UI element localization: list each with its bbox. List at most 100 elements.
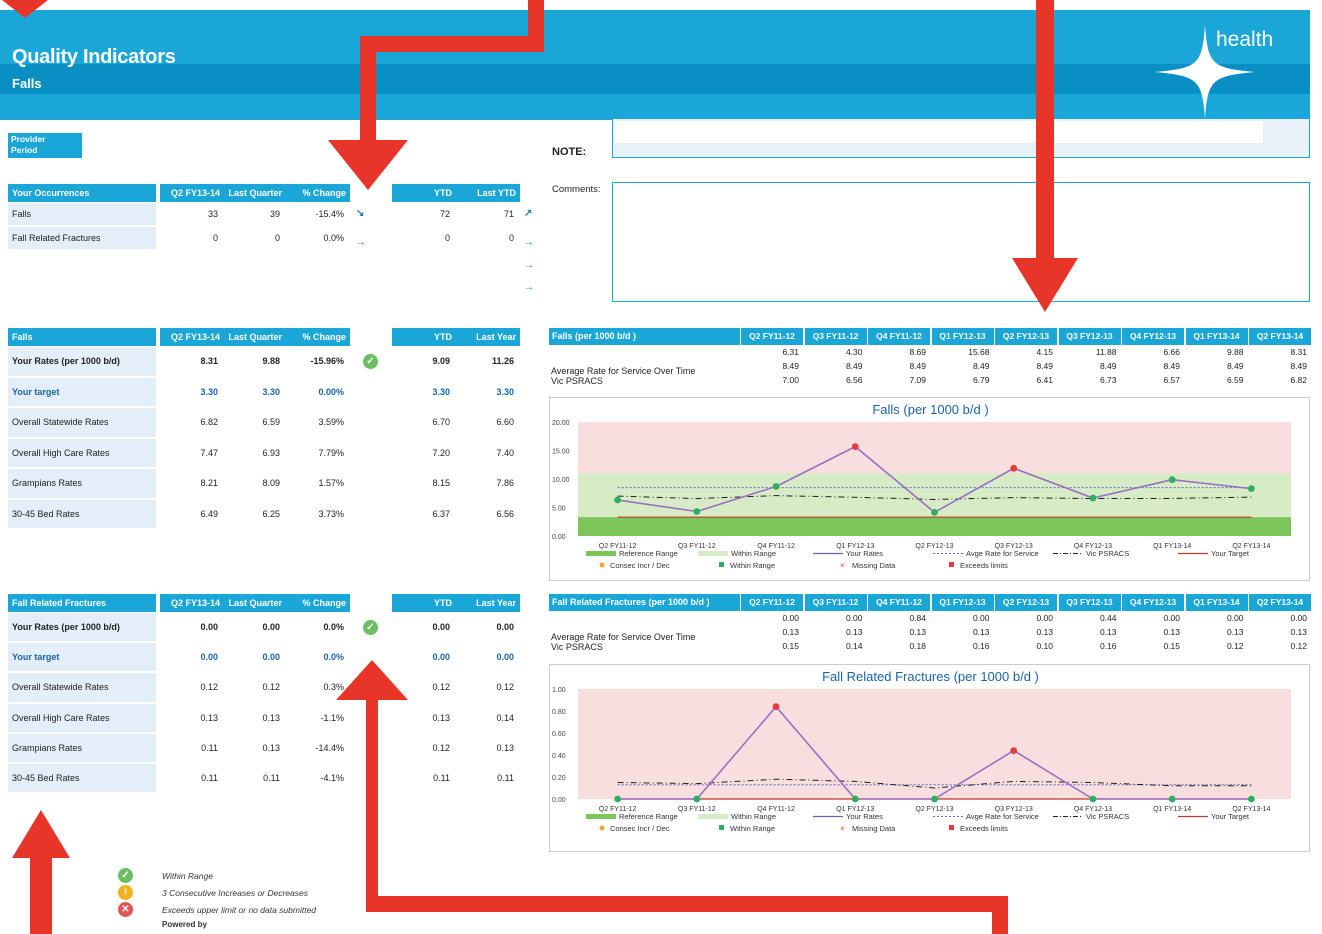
within-point <box>1168 795 1176 803</box>
table-cell: 3.30 <box>432 386 450 397</box>
table-cell: 0.14 <box>496 712 514 723</box>
rate-table-cell: 7.00 <box>782 375 799 385</box>
trend-arrow-icon: ↘ <box>356 208 365 219</box>
legend-label: Vic PSRACS <box>1086 812 1129 821</box>
rate-table-cell: 6.59 <box>1226 375 1244 385</box>
exceeds-zone <box>578 689 1291 799</box>
table-header-cell: Last Year <box>456 328 520 346</box>
table-cell: 0.12 <box>262 682 280 693</box>
legend-swatch: × <box>840 561 845 570</box>
table-cell: 0.11 <box>497 773 514 783</box>
rate-table-cell: 0.13 <box>1290 627 1307 637</box>
legend-swatch <box>586 551 616 556</box>
within-point <box>614 795 622 803</box>
legend-label: Exceeds limits <box>960 561 1008 570</box>
table-header-cell: Q2 FY13-14 <box>160 328 224 346</box>
x-tick-label: Q1 FY13-14 <box>1153 806 1191 813</box>
legend-label: Your Target <box>1211 549 1250 558</box>
table-cell: 0.12 <box>432 742 450 753</box>
rate-table-cell: 0.00 <box>1290 613 1307 623</box>
trend-arrow-icon: → <box>356 237 366 248</box>
rate-table-cell: 0.13 <box>1226 627 1244 637</box>
rate-table-cell: 9.88 <box>1226 347 1244 357</box>
rate-table-cell: 0.00 <box>1163 613 1180 623</box>
legend-label: Consec Incr / Dec <box>610 824 670 833</box>
table-row-label: Grampians Rates <box>8 733 156 762</box>
rate-table-header-cell: Q2 FY11-12 <box>741 328 803 345</box>
table-cell: 0.00 <box>262 652 280 663</box>
table-cell: 7.20 <box>432 447 450 458</box>
table-cell: 0.00% <box>318 386 344 397</box>
table-header-cell: Q2 FY13-14 <box>160 184 224 202</box>
table-cell: 0.00 <box>200 652 218 663</box>
table-header-cell: Last Quarter <box>224 328 286 346</box>
exceeds-point <box>772 703 780 710</box>
within-point <box>851 795 859 803</box>
fractures-chart: Fall Related Fractures (per 1000 b/d ) 0.… <box>549 664 1310 852</box>
rate-table-title: Fall Related Fractures (per 1000 b/d ) <box>549 594 740 611</box>
rate-table-cell: 8.49 <box>1099 361 1117 371</box>
legend-swatch: × <box>840 824 845 833</box>
within-range-icon: ✓ <box>118 868 133 883</box>
rate-table-header-cell: Q1 FY12-13 <box>931 328 994 345</box>
table-cell: 3.73% <box>318 508 344 519</box>
table-header-cell: % Change <box>286 328 350 346</box>
legend-label: Your Rates <box>846 549 883 558</box>
rate-table-cell: 0.13 <box>845 627 863 637</box>
trend-arrow-icon: → <box>524 260 534 271</box>
table-header-cell: YTD <box>392 594 456 612</box>
rate-table-header-cell: Q1 FY13-14 <box>1185 594 1248 611</box>
rate-table-header-cell: Q1 FY12-13 <box>931 594 994 611</box>
legend-swatch <box>949 825 954 830</box>
rate-table-cell: 15.68 <box>968 347 990 357</box>
within-range-icon: ✓ <box>363 619 378 635</box>
rate-table-cell: 8.49 <box>909 361 926 371</box>
rate-table-row-label: Vic PSRACS <box>551 642 603 652</box>
y-tick-label: 0.40 <box>552 753 566 760</box>
falls-chart: Falls (per 1000 b/d ) 0.00 5.00 10.00 15.00 2… <box>549 397 1310 581</box>
rate-table-cell: 8.31 <box>1290 347 1307 357</box>
table-row-label: Grampians Rates <box>8 469 156 498</box>
table-cell: 6.56 <box>496 508 514 519</box>
table-cell: 33 <box>207 209 218 219</box>
rate-table-cell: 8.49 <box>972 361 990 371</box>
table-cell: 7.79% <box>318 447 344 458</box>
rate-table-cell: 0.13 <box>1099 627 1117 637</box>
y-tick-label: 15.00 <box>552 449 570 456</box>
legend-label: Avge Rate for Service <box>966 549 1039 558</box>
table-cell: 0.00 <box>432 622 450 632</box>
status-legend: ✓ Within Range ! 3 Consecutive Increases o… <box>118 868 378 933</box>
note-field[interactable] <box>612 118 1310 158</box>
header-subband <box>0 64 1310 94</box>
rate-table-cell: 0.10 <box>1036 641 1053 651</box>
table-header-cell: YTD <box>392 328 456 346</box>
table-cell: 9.88 <box>262 356 280 366</box>
comments-field[interactable] <box>612 182 1310 302</box>
table-header-cell: Q2 FY13-14 <box>160 594 224 612</box>
legend-label: Avge Rate for Service <box>966 812 1039 821</box>
within-point <box>1247 795 1255 803</box>
rate-table-header-cell: Q4 FY12-13 <box>1122 594 1184 611</box>
table-cell: 0.3% <box>323 682 344 693</box>
table-row-label: Your target <box>8 643 156 672</box>
within-point <box>693 508 701 515</box>
rate-table-header-cell: Q2 FY13-14 <box>1249 328 1311 345</box>
legend-swatch <box>719 825 724 830</box>
table-header-cell: Your Occurrences <box>8 184 156 202</box>
table-cell: 3.30 <box>200 386 218 397</box>
legend-exceeds: Exceeds upper limit or no data submitted <box>162 905 317 915</box>
x-tick-label: Q3 FY11-12 <box>678 806 716 813</box>
rate-table-header-cell: Q2 FY12-13 <box>995 594 1057 611</box>
table-cell: 0.00 <box>262 622 280 632</box>
legend-label: Missing Data <box>852 561 896 570</box>
comments-label: Comments: <box>552 184 601 195</box>
table-cell: 0.0% <box>323 233 344 243</box>
trend-arrow-icon: ↗ <box>524 208 533 219</box>
rate-table-cell: 8.69 <box>909 347 926 357</box>
table-cell: 0 <box>212 233 218 243</box>
rate-table-cell: 0.44 <box>1099 613 1117 623</box>
rate-table-cell: 0.00 <box>845 613 863 623</box>
table-row-label: Overall High Care Rates <box>8 438 156 467</box>
table-cell: 11.26 <box>491 356 514 366</box>
table-cell: 3.30 <box>262 386 280 397</box>
